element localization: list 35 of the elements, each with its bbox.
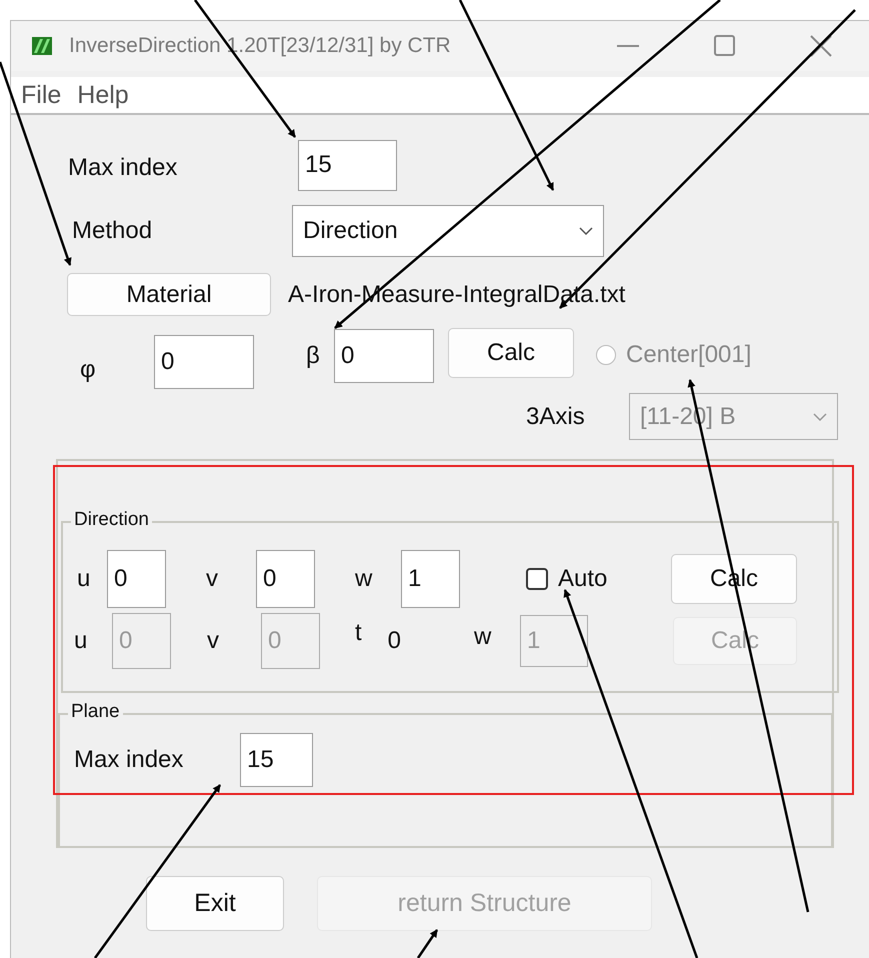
input-field[interactable]: 0 [154,335,254,389]
input-field[interactable]: 1 [401,550,460,608]
chevron-icon [813,412,827,420]
field-label: Method [72,217,154,245]
method-dropdown[interactable]: Direction [292,205,604,257]
input-field[interactable]: 0 [334,329,434,383]
field-label: w [474,623,492,651]
t-value: 0 [388,627,402,655]
menu-item[interactable]: Help [77,80,129,110]
field-label: w [355,565,374,593]
calc-button[interactable]: Calc [448,328,574,378]
input-field[interactable]: 15 [240,733,313,787]
menu-item[interactable]: File [21,80,62,110]
input-field[interactable]: 15 [298,140,397,190]
field-label: u [74,627,88,655]
checkbox[interactable] [526,568,548,590]
input-field[interactable]: 0 [256,550,315,608]
chevron-icon [579,227,593,235]
app-icon [31,35,53,57]
phi-label: φ [80,356,97,384]
material-button[interactable]: Material [67,273,271,316]
field-label: u [77,565,92,593]
exit-button[interactable]: Exit [146,876,284,931]
field-label: 3Axis [526,402,586,430]
radio-label: Center[001] [626,341,752,369]
beta-label: β [306,342,321,370]
checkbox-label: Auto [558,565,608,593]
input-field[interactable]: 0 [107,550,166,608]
window-title: InverseDirection 1.20T[23/12/31] by CTR [69,34,451,58]
field-label: Max index [68,154,178,182]
field-label: v [207,627,220,655]
field-label: v [206,565,219,593]
field-label: t [355,619,362,647]
field-label: Max index [74,746,184,774]
annotation-arrow [416,929,438,958]
